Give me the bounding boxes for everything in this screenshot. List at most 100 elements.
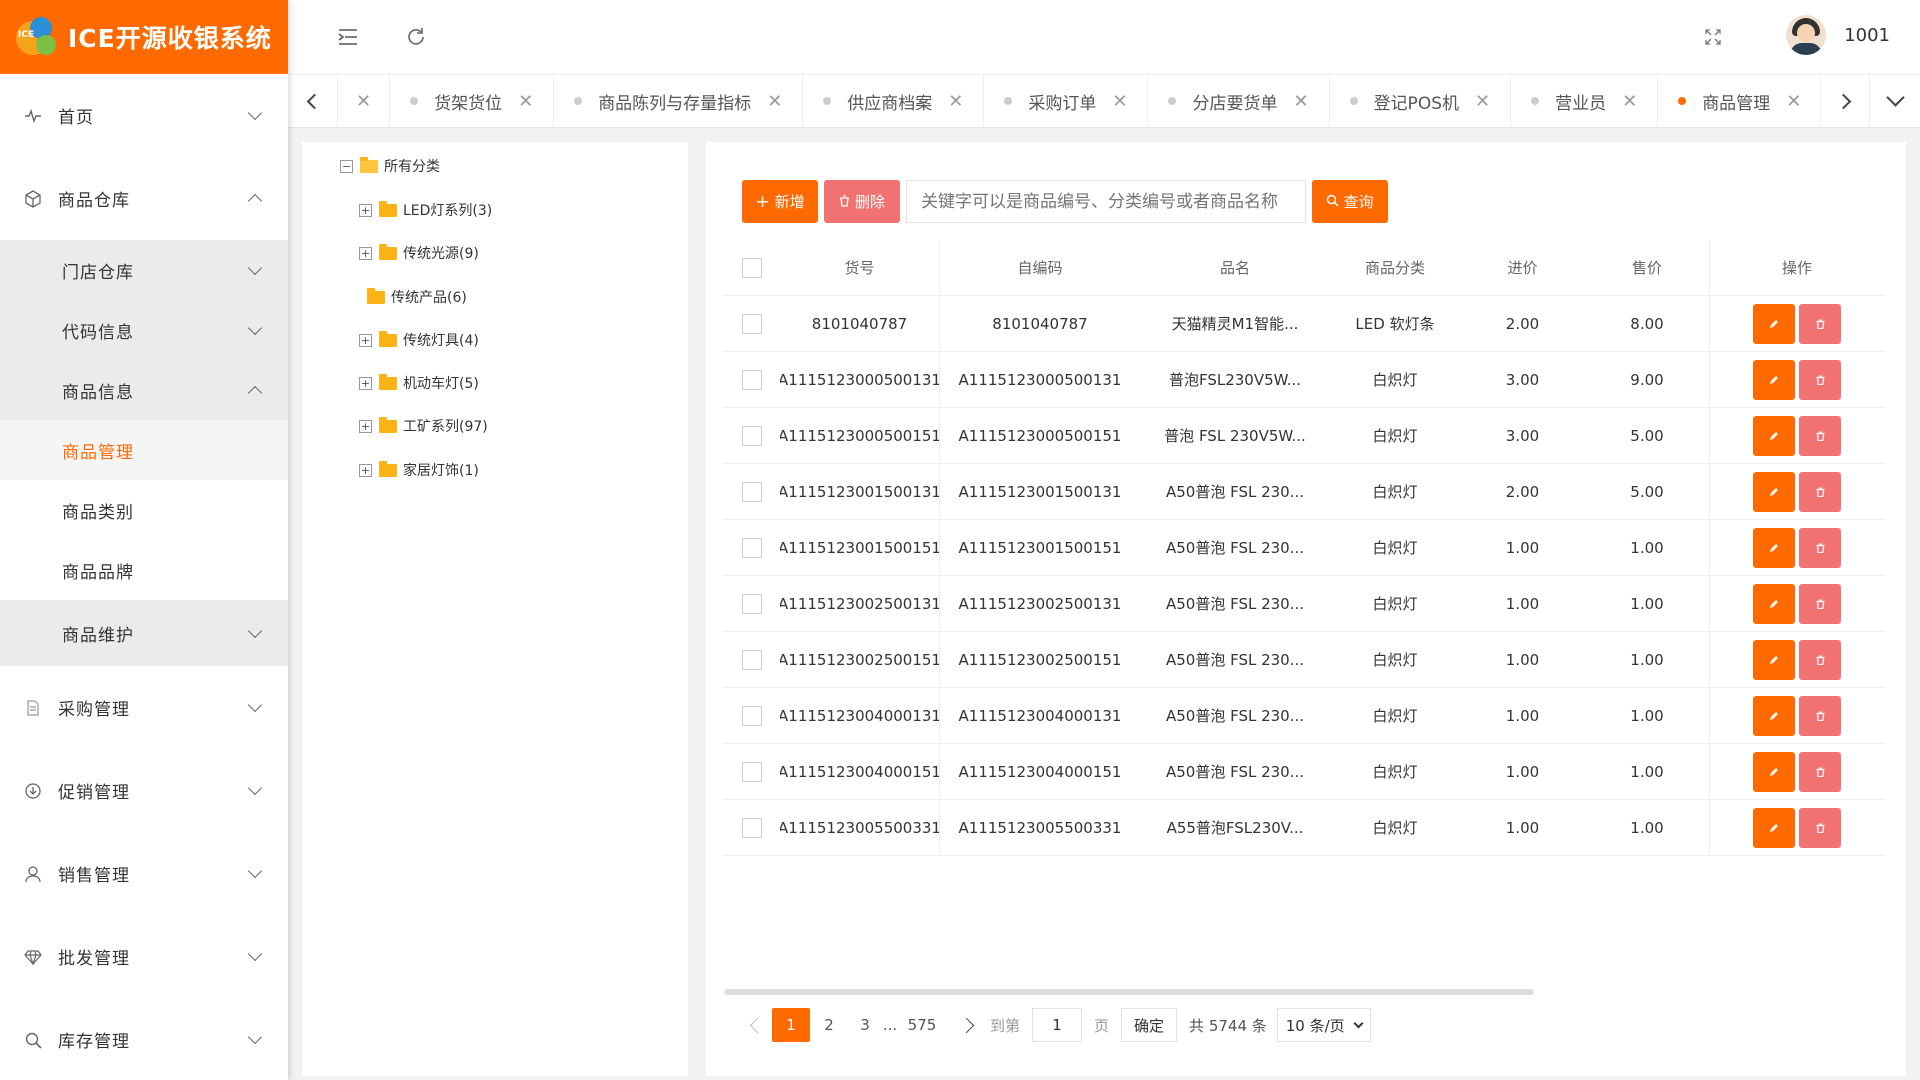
user-menu[interactable]: 1001 <box>1786 15 1890 55</box>
row-delete-button[interactable] <box>1799 583 1841 624</box>
tab-shelf-location[interactable]: 货架货位 ✕ <box>390 75 555 127</box>
search-input[interactable] <box>906 180 1306 223</box>
edit-button[interactable] <box>1753 583 1795 624</box>
sidebar-item-wholesale[interactable]: 批发管理 <box>0 915 288 998</box>
sidebar-item-code-info[interactable]: 代码信息 <box>0 300 288 360</box>
col-header-code[interactable]: 自编码 <box>940 257 1140 278</box>
edit-button[interactable] <box>1753 471 1795 512</box>
sidebar-item-store-warehouse[interactable]: 门店仓库 <box>0 240 288 300</box>
expand-icon[interactable]: + <box>359 463 372 477</box>
row-delete-button[interactable] <box>1799 639 1841 680</box>
row-checkbox[interactable] <box>742 537 762 558</box>
tab-product-management[interactable]: 商品管理 ✕ <box>1658 75 1820 127</box>
edit-button[interactable] <box>1753 527 1795 568</box>
row-checkbox[interactable] <box>742 425 762 446</box>
menu-collapse-icon[interactable] <box>336 25 360 49</box>
close-icon[interactable]: ✕ <box>1622 91 1637 112</box>
edit-button[interactable] <box>1753 751 1795 792</box>
table-row[interactable]: A1115123001500131 A1115123001500131 A50普泡 … <box>724 464 1884 520</box>
tree-node[interactable]: + 机动车灯(5) <box>359 372 479 394</box>
app-logo[interactable]: ICE ICE开源收银系统 <box>0 0 288 74</box>
goto-page-input[interactable]: 1 <box>1032 1008 1083 1042</box>
table-row[interactable]: A1115123002500131 A1115123002500131 A50普泡 … <box>724 576 1884 632</box>
sidebar-item-product-management[interactable]: 商品管理 <box>0 420 288 480</box>
row-delete-button[interactable] <box>1799 751 1841 792</box>
expand-icon[interactable]: + <box>359 203 372 217</box>
prev-page-button[interactable] <box>742 1008 772 1042</box>
tabs-scroll-left-button[interactable] <box>288 75 338 127</box>
sidebar-item-product-category[interactable]: 商品类别 <box>0 480 288 540</box>
row-checkbox[interactable] <box>742 761 762 782</box>
tree-node[interactable]: 传统产品(6) <box>367 286 467 308</box>
page-1[interactable]: 1 <box>772 1008 810 1042</box>
next-page-button[interactable] <box>946 1008 986 1042</box>
close-icon[interactable]: ✕ <box>1293 91 1308 112</box>
row-checkbox[interactable] <box>742 705 762 726</box>
edit-button[interactable] <box>1753 415 1795 456</box>
page-size-select[interactable]: 10 条/页 <box>1276 1008 1371 1042</box>
close-icon[interactable]: ✕ <box>1112 91 1127 112</box>
refresh-icon[interactable] <box>404 25 428 49</box>
row-delete-button[interactable] <box>1799 359 1841 400</box>
table-row[interactable]: A1115123001500151 A1115123001500151 A50普泡 … <box>724 520 1884 576</box>
sidebar-item-home[interactable]: 首页 <box>0 74 288 157</box>
horizontal-scrollbar[interactable] <box>724 989 1534 995</box>
tree-root[interactable]: − 所有分类 <box>340 155 440 177</box>
row-checkbox[interactable] <box>742 817 762 838</box>
table-row[interactable]: A1115123005500331 A1115123005500331 A55普泡F… <box>724 800 1884 856</box>
page-3[interactable]: 3 <box>848 1008 882 1042</box>
tab-supplier[interactable]: 供应商档案 ✕ <box>803 75 985 127</box>
edit-button[interactable] <box>1753 359 1795 400</box>
tab-pos-register[interactable]: 登记POS机 ✕ <box>1330 75 1512 127</box>
tab-partial[interactable]: ✕ <box>338 75 391 127</box>
row-checkbox[interactable] <box>742 649 762 670</box>
row-checkbox[interactable] <box>742 313 762 334</box>
table-row[interactable]: A1115123000500151 A1115123000500151 普泡 FSL… <box>724 408 1884 464</box>
delete-button[interactable]: 删除 <box>824 180 900 223</box>
expand-icon[interactable]: + <box>359 419 372 433</box>
expand-icon[interactable]: + <box>359 246 372 260</box>
sidebar-item-product-brand[interactable]: 商品品牌 <box>0 540 288 600</box>
sidebar-item-purchase[interactable]: 采购管理 <box>0 666 288 749</box>
close-icon[interactable]: ✕ <box>1786 91 1801 112</box>
edit-button[interactable] <box>1753 807 1795 848</box>
sidebar-item-sales[interactable]: 销售管理 <box>0 832 288 915</box>
tab-display-stock[interactable]: 商品陈列与存量指标 ✕ <box>554 75 804 127</box>
row-delete-button[interactable] <box>1799 303 1841 344</box>
row-checkbox[interactable] <box>742 481 762 502</box>
collapse-icon[interactable]: − <box>340 159 353 173</box>
sidebar-item-promotion[interactable]: 促销管理 <box>0 749 288 832</box>
close-icon[interactable]: ✕ <box>767 91 782 112</box>
expand-icon[interactable]: + <box>359 333 372 347</box>
sidebar-item-warehouse[interactable]: 商品仓库 <box>0 157 288 240</box>
close-icon[interactable]: ✕ <box>518 91 533 112</box>
col-header-no[interactable]: 货号 <box>780 240 940 295</box>
tabs-dropdown-button[interactable] <box>1870 75 1920 127</box>
tree-node[interactable]: + 工矿系列(97) <box>359 415 488 437</box>
fullscreen-icon[interactable] <box>1701 25 1725 49</box>
sidebar-item-product-info[interactable]: 商品信息 <box>0 360 288 420</box>
table-row[interactable]: 8101040787 8101040787 天猫精灵M1智能... LED 软灯条 2.… <box>724 296 1884 352</box>
row-checkbox[interactable] <box>742 593 762 614</box>
page-last[interactable]: 575 <box>898 1008 946 1042</box>
row-delete-button[interactable] <box>1799 807 1841 848</box>
add-button[interactable]: + 新增 <box>742 180 818 223</box>
col-header-category[interactable]: 商品分类 <box>1330 257 1460 278</box>
table-row[interactable]: A1115123002500151 A1115123002500151 A50普泡 … <box>724 632 1884 688</box>
row-checkbox[interactable] <box>742 369 762 390</box>
edit-button[interactable] <box>1753 695 1795 736</box>
goto-confirm-button[interactable]: 确定 <box>1121 1008 1178 1042</box>
tree-node[interactable]: + LED灯系列(3) <box>359 199 492 221</box>
tab-purchase-order[interactable]: 采购订单 ✕ <box>984 75 1149 127</box>
tabs-scroll-right-button[interactable] <box>1820 75 1870 127</box>
table-row[interactable]: A1115123000500131 A1115123000500131 普泡FSL2… <box>724 352 1884 408</box>
row-delete-button[interactable] <box>1799 527 1841 568</box>
tree-node[interactable]: + 传统光源(9) <box>359 242 479 264</box>
close-icon[interactable]: ✕ <box>948 91 963 112</box>
tab-branch-request[interactable]: 分店要货单 ✕ <box>1148 75 1330 127</box>
tree-node[interactable]: + 传统灯具(4) <box>359 329 479 351</box>
col-header-out-price[interactable]: 售价 <box>1585 240 1710 295</box>
edit-button[interactable] <box>1753 303 1795 344</box>
edit-button[interactable] <box>1753 639 1795 680</box>
close-icon[interactable]: ✕ <box>356 91 371 112</box>
